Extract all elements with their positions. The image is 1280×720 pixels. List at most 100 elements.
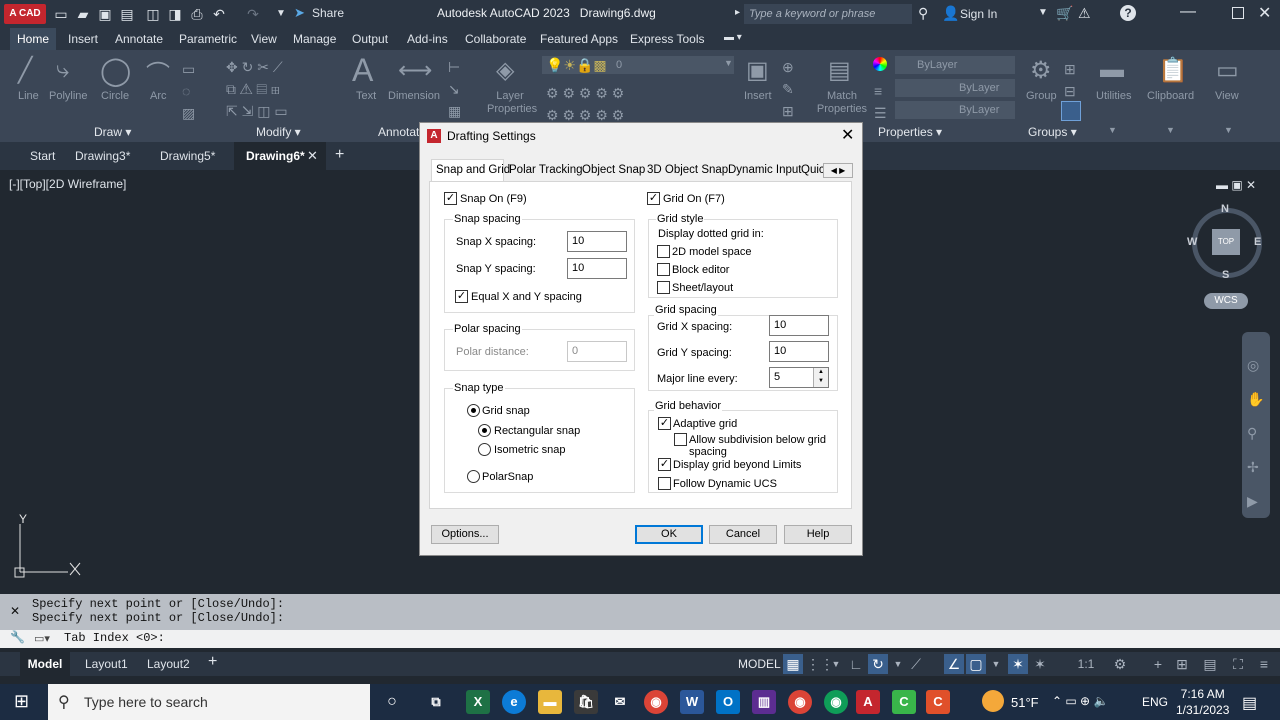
equal-spacing-checkbox[interactable]: ✓ <box>455 290 468 303</box>
view-label[interactable]: View <box>1215 90 1239 102</box>
snap-y-input[interactable]: 10 <box>567 258 627 279</box>
adaptive-grid-label[interactable]: Adaptive grid <box>673 418 737 430</box>
open-folder-icon[interactable]: ▰ <box>74 5 92 23</box>
object-snap-icon[interactable]: ▢ <box>966 654 986 674</box>
tab-object-snap[interactable]: Object Snap <box>582 164 645 176</box>
auto-scale-icon[interactable]: ✶ <box>1030 654 1050 674</box>
layout-tab-layout1[interactable]: Layout1 <box>85 657 128 671</box>
display-beyond-limits-checkbox[interactable]: ✓ <box>658 458 671 471</box>
allow-subdivision-label[interactable]: Allow subdivision below grid spacing <box>689 434 826 458</box>
tab-scroll-arrows-icon[interactable]: ◀ ▶ <box>823 163 853 178</box>
text-icon[interactable]: A <box>352 52 373 89</box>
ribbon-minimize-icon[interactable]: ▬ ▾ <box>724 32 742 43</box>
quick-properties-icon[interactable]: ▤ <box>1200 654 1220 674</box>
command-input-text[interactable]: Tab Index <0>: <box>64 631 165 645</box>
circle-icon[interactable]: ◯ <box>100 54 131 87</box>
tab-polar-tracking[interactable]: Polar Tracking <box>509 164 583 176</box>
osnap-dropdown-icon[interactable]: ▼ <box>986 654 1006 674</box>
cart-icon[interactable]: 🛒 <box>1056 5 1073 22</box>
equal-spacing-label[interactable]: Equal X and Y spacing <box>471 291 582 303</box>
layer-properties-label[interactable]: Layer Properties <box>487 90 537 116</box>
view-icon[interactable]: ▭ <box>1216 56 1239 85</box>
follow-dynamic-ucs-label[interactable]: Follow Dynamic UCS <box>673 478 777 490</box>
doc-tab-drawing5[interactable]: Drawing5* <box>160 149 215 163</box>
adaptive-grid-checkbox[interactable]: ✓ <box>658 417 671 430</box>
polarsnap-radio[interactable] <box>467 470 480 483</box>
weather-temp[interactable]: 51°F <box>1011 695 1039 710</box>
tab-output[interactable]: Output <box>352 32 388 46</box>
tab-dynamic-input[interactable]: Dynamic Input <box>728 164 802 176</box>
layer-tools-icon[interactable]: ⚙ ⚙ ⚙ ⚙ ⚙ ⚙ ⚙ ⚙ ⚙ ⚙ <box>546 82 624 126</box>
text-tool-label[interactable]: Text <box>356 90 376 102</box>
tray-icons[interactable]: ⌃ ▭ ⊕ 🔈 <box>1052 694 1108 708</box>
viewport-controls[interactable]: [-][Top][2D Wireframe] <box>9 177 126 191</box>
command-input[interactable] <box>0 630 1280 648</box>
grid-toggle-icon[interactable]: ▦ <box>783 654 803 674</box>
chrome-icon[interactable]: ◉ <box>644 690 668 714</box>
store-icon[interactable]: 🛍 <box>574 690 598 714</box>
signin-dropdown-icon[interactable]: ▼ <box>1038 7 1048 18</box>
tab-manage[interactable]: Manage <box>293 32 336 46</box>
object-snap-tracking-icon[interactable]: ∠ <box>944 654 964 674</box>
major-line-spinner-icon[interactable]: ▲ ▼ <box>813 368 828 387</box>
app-orange-icon[interactable]: C <box>926 690 950 714</box>
polar-dropdown-icon[interactable]: ▼ <box>888 654 908 674</box>
new-file-icon[interactable]: ▭ <box>52 5 70 23</box>
windows-start-icon[interactable]: ⊞ <box>14 692 32 710</box>
tab-annotate[interactable]: Annotate <box>115 32 163 46</box>
minimize-icon[interactable]: — <box>1180 3 1196 21</box>
rectangular-snap-label[interactable]: Rectangular snap <box>494 425 580 437</box>
tab-featured-apps[interactable]: Featured Apps <box>540 32 618 46</box>
help-button[interactable]: Help <box>784 525 852 544</box>
customization-icon[interactable]: ≡ <box>1254 654 1274 674</box>
viewcube-west[interactable]: W <box>1187 236 1197 248</box>
model-space-checkbox[interactable] <box>657 245 670 258</box>
annotation-panel-title[interactable]: Annotat <box>378 125 419 139</box>
new-tab-icon[interactable]: + <box>335 146 344 164</box>
tab-3d-object-snap[interactable]: 3D Object Snap <box>647 164 728 176</box>
grid-on-checkbox[interactable]: ✓ <box>647 192 660 205</box>
viewcube-east[interactable]: E <box>1254 236 1261 248</box>
layout-tab-layout2[interactable]: Layout2 <box>147 657 190 671</box>
notification-icon[interactable]: ▤ <box>1242 693 1257 713</box>
grid-on-label[interactable]: Grid On (F7) <box>663 193 725 205</box>
tab-collaborate[interactable]: Collaborate <box>465 32 526 46</box>
utilities-icon[interactable]: ▬ <box>1100 56 1124 84</box>
search-expand-icon[interactable]: ▸ <box>735 7 740 18</box>
match-properties-label[interactable]: Match Properties <box>814 90 870 116</box>
line-icon[interactable]: ╱ <box>18 56 32 85</box>
undo-icon[interactable]: ↶ <box>210 5 228 23</box>
annotation-visibility-icon[interactable]: ✶ <box>1008 654 1028 674</box>
properties-panel-title[interactable]: Properties ▾ <box>878 125 942 139</box>
clipboard-panel-expand-icon[interactable]: ▼ <box>1166 125 1175 135</box>
annotation-monitor-icon[interactable]: + <box>1148 654 1168 674</box>
plot-icon[interactable]: ⎙ <box>188 5 206 23</box>
language-indicator[interactable]: ENG <box>1142 695 1168 709</box>
isodraft-icon[interactable]: ⟋ <box>906 654 926 674</box>
viewcube-north[interactable]: N <box>1221 203 1229 215</box>
grid-snap-radio[interactable] <box>467 404 480 417</box>
close-icon[interactable]: ✕ <box>1258 3 1271 23</box>
viewcube-top-face[interactable]: TOP <box>1212 229 1240 255</box>
search-input[interactable]: Type a keyword or phrase <box>744 4 912 24</box>
tab-home[interactable]: Home <box>10 28 56 50</box>
clipboard-label[interactable]: Clipboard <box>1147 90 1194 102</box>
maximize-icon[interactable] <box>1232 7 1244 19</box>
tab-parametric[interactable]: Parametric <box>179 32 237 46</box>
close-command-line-icon[interactable]: ✕ <box>10 604 20 618</box>
clean-screen-icon[interactable]: ⛶ <box>1228 654 1248 674</box>
group-label[interactable]: Group <box>1026 90 1057 102</box>
add-layout-icon[interactable]: + <box>208 653 217 671</box>
save-web-icon[interactable]: ◨ <box>166 5 184 23</box>
application-menu-button[interactable]: A CAD <box>4 4 46 24</box>
grid-snap-label[interactable]: Grid snap <box>482 405 530 417</box>
isometric-snap-label[interactable]: Isometric snap <box>494 444 566 456</box>
polarsnap-label[interactable]: PolarSnap <box>482 471 533 483</box>
cancel-button[interactable]: Cancel <box>709 525 777 544</box>
rectangular-snap-radio[interactable] <box>478 424 491 437</box>
follow-dynamic-ucs-checkbox[interactable] <box>658 477 671 490</box>
dimension-icon[interactable]: ⟷ <box>398 56 432 85</box>
taskbar-clock[interactable]: 7:16 AM 1/31/2023 <box>1176 686 1229 718</box>
tab-insert[interactable]: Insert <box>68 32 98 46</box>
layout-tab-model[interactable]: Model <box>20 652 70 676</box>
